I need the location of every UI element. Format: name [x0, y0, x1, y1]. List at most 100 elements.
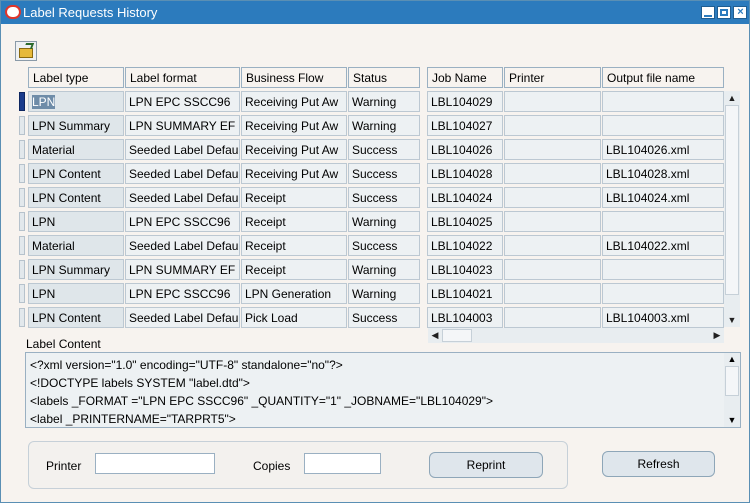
header-label-format[interactable]: Label format — [125, 67, 240, 88]
cell-printer[interactable] — [504, 163, 601, 184]
cell-status[interactable]: Success — [348, 187, 420, 208]
cell-status[interactable]: Success — [348, 307, 420, 328]
cell-job-name[interactable]: LBL104028 — [427, 163, 503, 184]
cell-job-name[interactable]: LBL104026 — [427, 139, 503, 160]
cell-label-type[interactable]: LPN — [28, 283, 124, 304]
cell-label-type[interactable]: LPN Content — [28, 163, 124, 184]
scroll-down-icon[interactable]: ▼ — [724, 414, 740, 427]
cell-business-flow[interactable]: Receiving Put Aw — [241, 115, 347, 136]
cell-output-file-name[interactable]: LBL104022.xml — [602, 235, 724, 256]
scroll-thumb[interactable] — [442, 329, 472, 342]
title-bar[interactable]: Label Requests History × — [1, 1, 749, 24]
cell-label-type[interactable]: LPN Content — [28, 187, 124, 208]
header-output-file-name[interactable]: Output file name — [602, 67, 724, 88]
maximize-icon[interactable] — [717, 6, 731, 19]
table-horizontal-scrollbar[interactable]: ◀ ▶ — [428, 328, 724, 343]
cell-output-file-name[interactable] — [602, 283, 724, 304]
header-status[interactable]: Status — [348, 67, 420, 88]
cell-label-type[interactable]: LPN Summary — [28, 259, 124, 280]
cell-label-type[interactable]: LPN — [28, 211, 124, 232]
cell-business-flow[interactable]: Receiving Put Aw — [241, 91, 347, 112]
cell-business-flow[interactable]: Receipt — [241, 235, 347, 256]
record-indicator[interactable] — [19, 212, 25, 231]
cell-label-format[interactable]: Seeded Label Defau — [125, 163, 240, 184]
record-indicator[interactable] — [19, 284, 25, 303]
scroll-down-icon[interactable]: ▼ — [724, 313, 740, 327]
cell-label-format[interactable]: Seeded Label Defau — [125, 139, 240, 160]
refresh-button[interactable]: Refresh — [602, 451, 715, 477]
cell-output-file-name[interactable]: LBL104003.xml — [602, 307, 724, 328]
cell-printer[interactable] — [504, 307, 601, 328]
open-folder-button[interactable] — [15, 41, 37, 61]
scroll-up-icon[interactable]: ▲ — [724, 353, 740, 366]
cell-output-file-name[interactable]: LBL104024.xml — [602, 187, 724, 208]
cell-status[interactable]: Warning — [348, 211, 420, 232]
header-label-type[interactable]: Label type — [28, 67, 124, 88]
cell-status[interactable]: Success — [348, 235, 420, 256]
scroll-thumb[interactable] — [725, 366, 739, 396]
cell-output-file-name[interactable] — [602, 259, 724, 280]
record-indicator[interactable] — [19, 116, 25, 135]
cell-job-name[interactable]: LBL104023 — [427, 259, 503, 280]
cell-business-flow[interactable]: Receipt — [241, 259, 347, 280]
cell-output-file-name[interactable] — [602, 115, 724, 136]
scroll-thumb[interactable] — [725, 105, 739, 295]
cell-job-name[interactable]: LBL104029 — [427, 91, 503, 112]
cell-business-flow[interactable]: Receiving Put Aw — [241, 139, 347, 160]
cell-business-flow[interactable]: Receipt — [241, 211, 347, 232]
cell-label-format[interactable]: LPN EPC SSCC96 — [125, 283, 240, 304]
current-record-indicator[interactable] — [19, 92, 25, 111]
cell-printer[interactable] — [504, 91, 601, 112]
cell-job-name[interactable]: LBL104027 — [427, 115, 503, 136]
cell-status[interactable]: Success — [348, 163, 420, 184]
cell-label-format[interactable]: LPN SUMMARY EF — [125, 259, 240, 280]
reprint-button[interactable]: Reprint — [429, 452, 543, 478]
copies-field[interactable] — [304, 453, 381, 474]
cell-label-type[interactable]: Material — [28, 139, 124, 160]
cell-output-file-name[interactable]: LBL104028.xml — [602, 163, 724, 184]
record-indicator[interactable] — [19, 236, 25, 255]
record-indicator[interactable] — [19, 260, 25, 279]
cell-output-file-name[interactable] — [602, 91, 724, 112]
record-indicator[interactable] — [19, 164, 25, 183]
printer-field[interactable] — [95, 453, 215, 474]
label-content-textarea[interactable]: <?xml version="1.0" encoding="UTF-8" sta… — [25, 352, 741, 428]
cell-label-type[interactable]: LPN Content — [28, 307, 124, 328]
cell-job-name[interactable]: LBL104022 — [427, 235, 503, 256]
cell-output-file-name[interactable] — [602, 211, 724, 232]
cell-label-format[interactable]: Seeded Label Defau — [125, 307, 240, 328]
scroll-right-icon[interactable]: ▶ — [710, 328, 724, 343]
header-job-name[interactable]: Job Name — [427, 67, 503, 88]
record-indicator[interactable] — [19, 140, 25, 159]
cell-status[interactable]: Warning — [348, 283, 420, 304]
cell-printer[interactable] — [504, 259, 601, 280]
cell-status[interactable]: Warning — [348, 259, 420, 280]
cell-printer[interactable] — [504, 211, 601, 232]
cell-label-type[interactable]: LPN Summary — [28, 115, 124, 136]
scroll-left-icon[interactable]: ◀ — [428, 328, 442, 343]
cell-printer[interactable] — [504, 283, 601, 304]
minimize-icon[interactable] — [701, 6, 715, 19]
table-vertical-scrollbar[interactable]: ▲ ▼ — [724, 91, 740, 327]
cell-printer[interactable] — [504, 115, 601, 136]
cell-label-type[interactable]: Material — [28, 235, 124, 256]
cell-job-name[interactable]: LBL104021 — [427, 283, 503, 304]
cell-label-format[interactable]: Seeded Label Defau — [125, 187, 240, 208]
cell-label-format[interactable]: LPN EPC SSCC96 — [125, 91, 240, 112]
cell-label-type[interactable]: LPN — [28, 91, 124, 112]
cell-printer[interactable] — [504, 235, 601, 256]
label-content-scrollbar[interactable]: ▲ ▼ — [724, 353, 740, 427]
cell-output-file-name[interactable]: LBL104026.xml — [602, 139, 724, 160]
cell-label-format[interactable]: Seeded Label Defau — [125, 235, 240, 256]
cell-printer[interactable] — [504, 187, 601, 208]
cell-label-format[interactable]: LPN SUMMARY EF — [125, 115, 240, 136]
cell-job-name[interactable]: LBL104024 — [427, 187, 503, 208]
close-icon[interactable]: × — [733, 6, 747, 19]
cell-business-flow[interactable]: Receiving Put Aw — [241, 163, 347, 184]
scroll-up-icon[interactable]: ▲ — [724, 91, 740, 105]
cell-label-format[interactable]: LPN EPC SSCC96 — [125, 211, 240, 232]
cell-job-name[interactable]: LBL104025 — [427, 211, 503, 232]
cell-business-flow[interactable]: Pick Load — [241, 307, 347, 328]
header-business-flow[interactable]: Business Flow — [241, 67, 347, 88]
cell-business-flow[interactable]: LPN Generation — [241, 283, 347, 304]
